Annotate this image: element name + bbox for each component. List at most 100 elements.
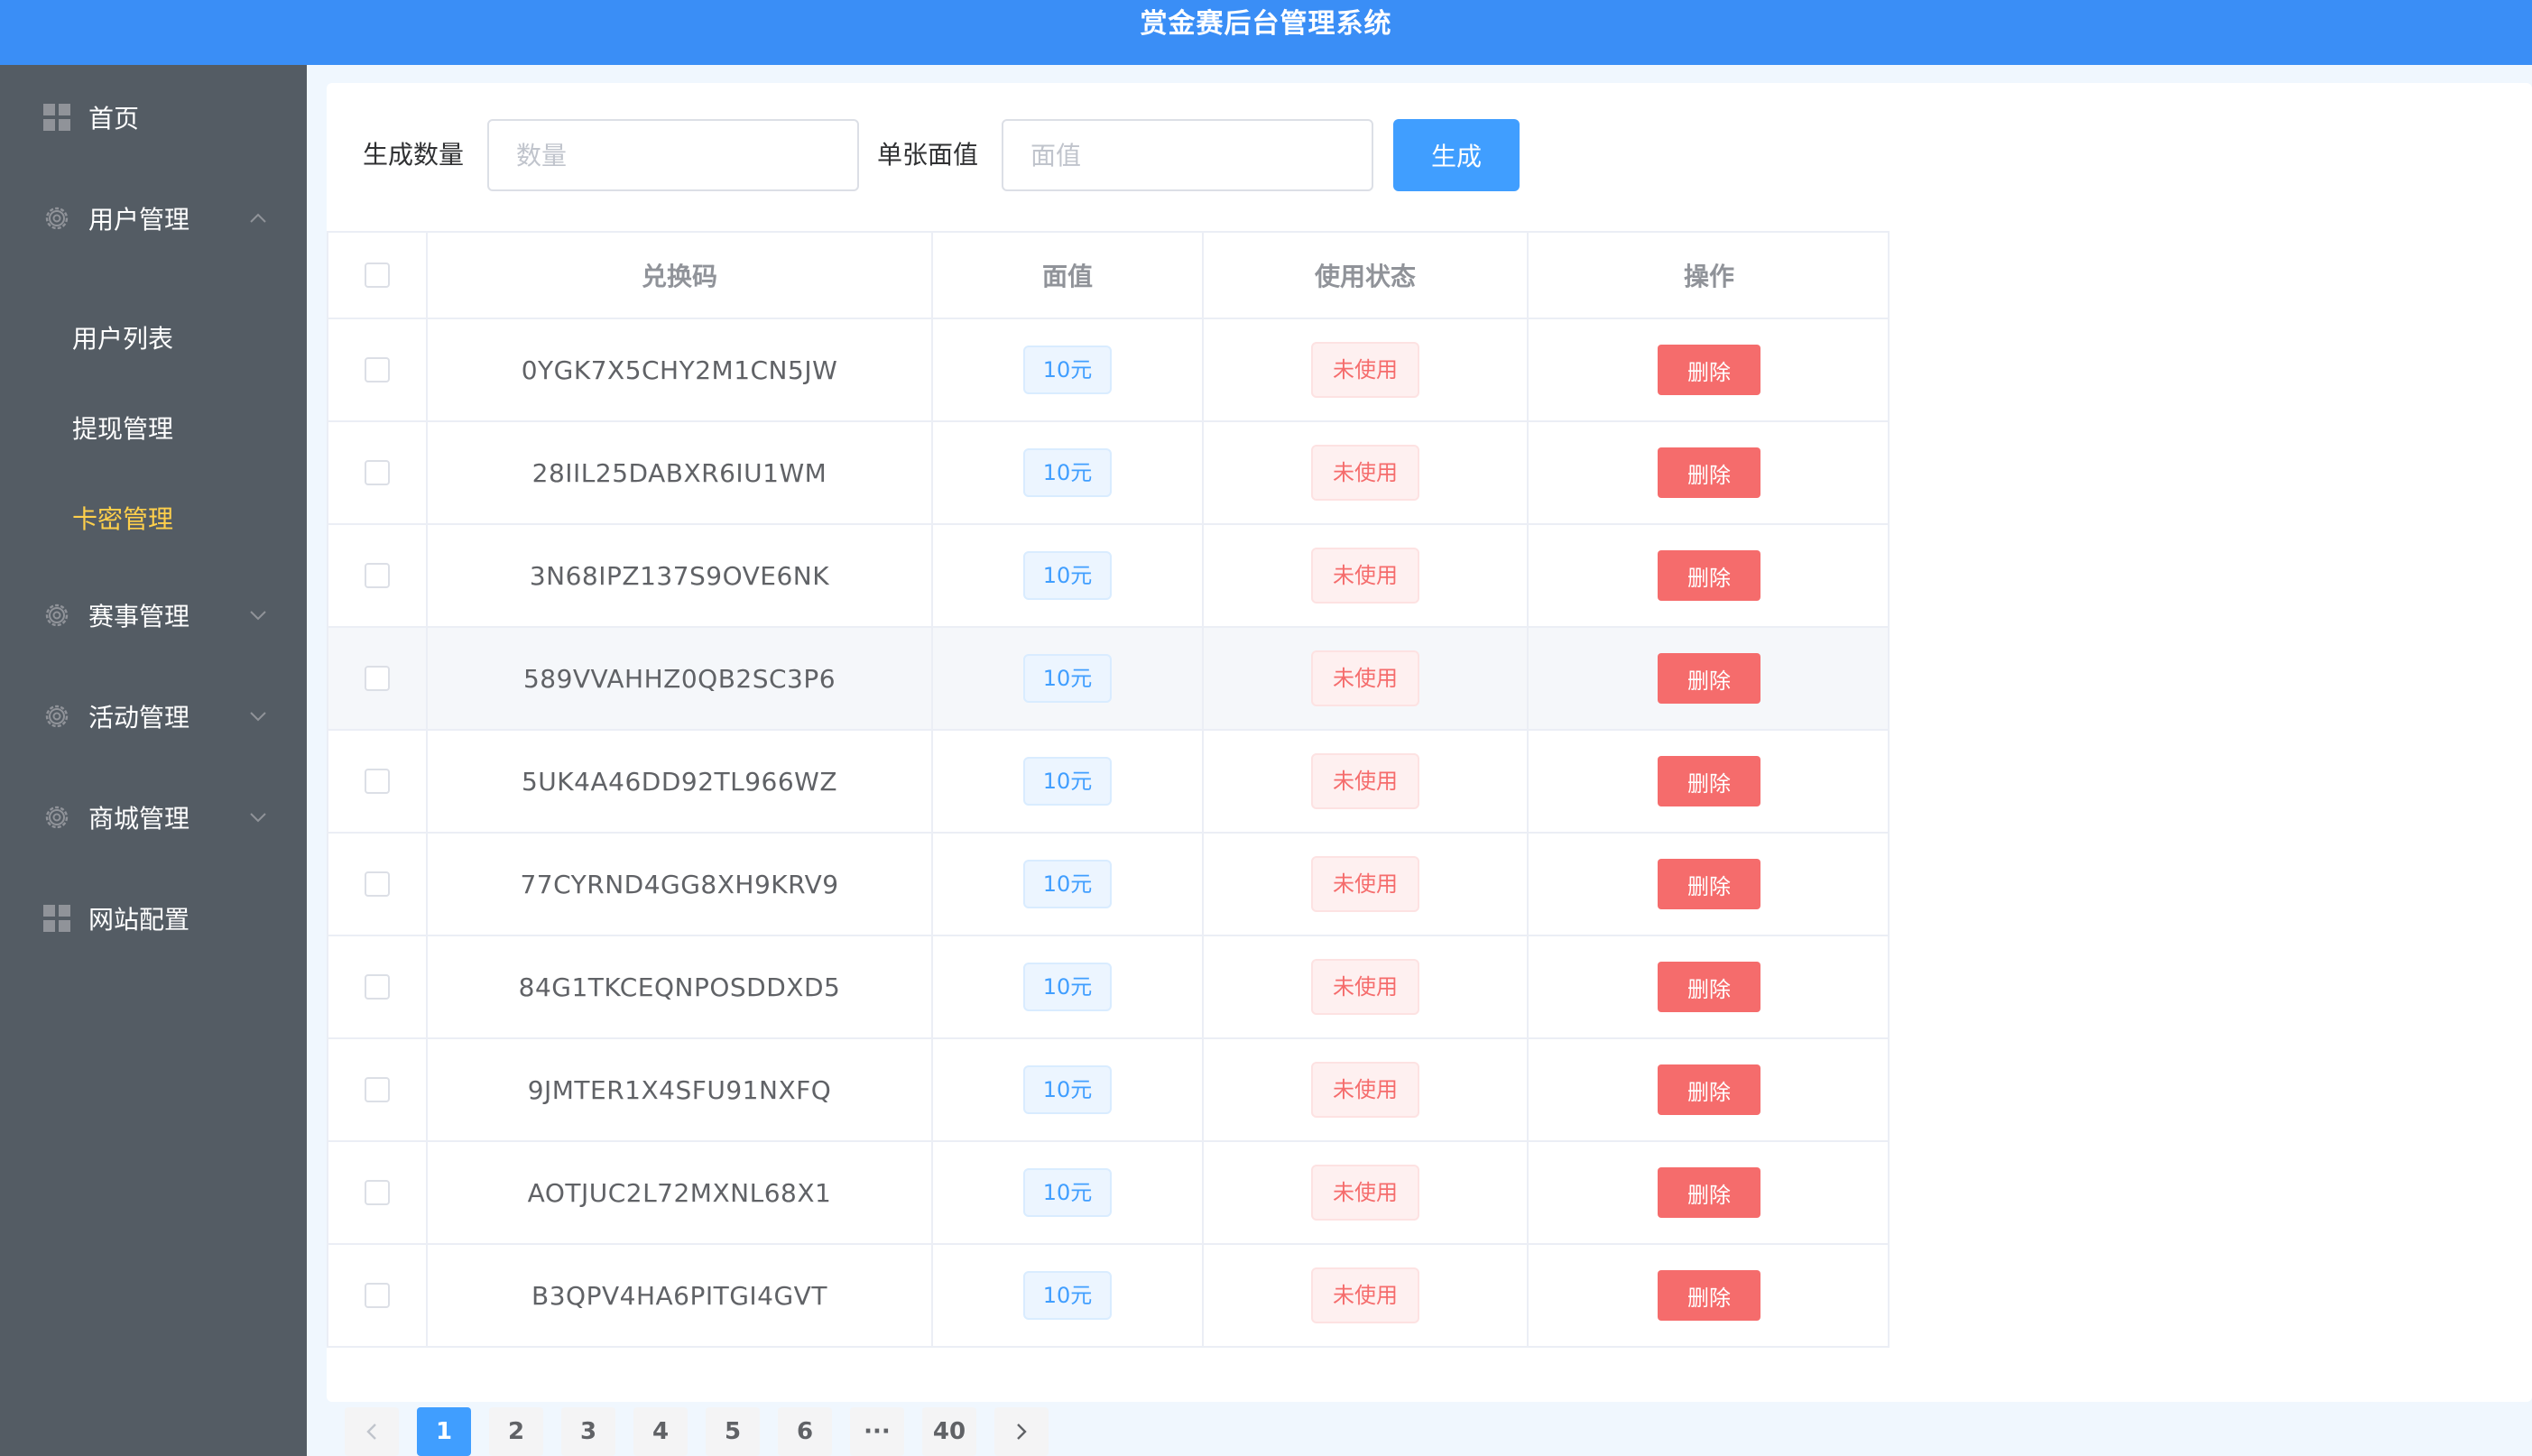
submenu-item-label: 用户列表 — [72, 324, 174, 354]
row-checkbox[interactable] — [365, 1283, 390, 1308]
submenu-item-label: 提现管理 — [72, 414, 174, 444]
table-row: 77CYRND4GG8XH9KRV9 10元 未使用 删除 — [328, 834, 1888, 936]
status-badge: 未使用 — [1311, 1267, 1419, 1323]
chevron-up-icon — [250, 213, 266, 223]
redeem-code: 28IIL25DABXR6IU1WM — [531, 457, 827, 488]
gear-icon — [45, 207, 69, 230]
row-checkbox[interactable] — [365, 871, 390, 897]
status-badge: 未使用 — [1311, 548, 1419, 604]
delete-button[interactable]: 删除 — [1658, 345, 1760, 395]
redeem-code: 84G1TKCEQNPOSDDXD5 — [518, 972, 841, 1002]
gear-icon — [45, 705, 69, 728]
sidebar: 首页 用户管理 用户列表 提现管理 卡密管理 赛事管理 活动管理 商城管理 网站… — [0, 65, 307, 1456]
row-checkbox[interactable] — [365, 460, 390, 485]
redeem-code: 589VVAHHZ0QB2SC3P6 — [522, 663, 836, 694]
submenu-item-card-management[interactable]: 卡密管理 — [0, 482, 307, 554]
sidebar-item-activity-management[interactable]: 活动管理 — [0, 680, 307, 752]
submenu-item-user-list[interactable]: 用户列表 — [0, 301, 307, 373]
row-checkbox[interactable] — [365, 1180, 390, 1205]
page-button[interactable]: 2 — [489, 1407, 543, 1456]
table-row: 0YGK7X5CHY2M1CN5JW 10元 未使用 删除 — [328, 319, 1888, 422]
gear-icon — [45, 806, 69, 829]
row-checkbox[interactable] — [365, 357, 390, 382]
sidebar-item-label: 网站配置 — [88, 905, 190, 935]
sidebar-item-home[interactable]: 首页 — [0, 81, 307, 153]
value-tag: 10元 — [1022, 1271, 1113, 1320]
page-button[interactable]: 4 — [633, 1407, 688, 1456]
redeem-code: 77CYRND4GG8XH9KRV9 — [520, 869, 839, 899]
value-tag: 10元 — [1022, 1065, 1113, 1114]
redeem-code: 9JMTER1X4SFU91NXFQ — [527, 1074, 832, 1105]
redeem-code: 5UK4A46DD92TL966WZ — [521, 766, 838, 797]
column-header-code: 兑换码 — [641, 262, 717, 291]
status-badge: 未使用 — [1311, 1062, 1419, 1118]
status-badge: 未使用 — [1311, 959, 1419, 1015]
table-row: 9JMTER1X4SFU91NXFQ 10元 未使用 删除 — [328, 1039, 1888, 1142]
delete-button[interactable]: 删除 — [1658, 1167, 1760, 1218]
quantity-input[interactable] — [487, 119, 859, 191]
value-tag: 10元 — [1022, 551, 1113, 600]
value-label: 单张面值 — [877, 140, 979, 170]
table-row: 589VVAHHZ0QB2SC3P6 10元 未使用 删除 — [328, 628, 1888, 731]
page-button[interactable]: 6 — [778, 1407, 832, 1456]
status-badge: 未使用 — [1311, 856, 1419, 912]
sidebar-item-label: 赛事管理 — [88, 602, 190, 631]
status-badge: 未使用 — [1311, 1165, 1419, 1221]
chevron-left-icon — [366, 1424, 376, 1440]
page-button[interactable]: 1 — [417, 1407, 471, 1456]
value-tag: 10元 — [1022, 757, 1113, 806]
submenu-item-withdrawal[interactable]: 提现管理 — [0, 392, 307, 464]
value-tag: 10元 — [1022, 860, 1113, 908]
redeem-code: 3N68IPZ137S9OVE6NK — [529, 560, 830, 591]
page-button[interactable]: 5 — [706, 1407, 760, 1456]
sidebar-item-label: 活动管理 — [88, 703, 190, 733]
row-checkbox[interactable] — [365, 974, 390, 1000]
status-badge: 未使用 — [1311, 650, 1419, 706]
row-checkbox[interactable] — [365, 1077, 390, 1102]
gear-icon — [45, 604, 69, 627]
chevron-right-icon — [1017, 1424, 1027, 1440]
delete-button[interactable]: 删除 — [1658, 756, 1760, 806]
delete-button[interactable]: 删除 — [1658, 1270, 1760, 1321]
sidebar-item-mall-management[interactable]: 商城管理 — [0, 781, 307, 853]
sidebar-item-user-management[interactable]: 用户管理 — [0, 182, 307, 254]
card-table: 兑换码 面值 使用状态 操作 0YGK7X5CHY2M1CN5JW 10元 未使用删… — [327, 231, 1890, 1348]
table-row: 84G1TKCEQNPOSDDXD5 10元 未使用 删除 — [328, 936, 1888, 1039]
redeem-code: AOTJUC2L72MXNL68X1 — [527, 1177, 832, 1208]
value-tag: 10元 — [1022, 1168, 1113, 1217]
delete-button[interactable]: 删除 — [1658, 859, 1760, 909]
chevron-down-icon — [250, 611, 266, 621]
row-checkbox[interactable] — [365, 563, 390, 588]
prev-page-button[interactable] — [345, 1407, 399, 1456]
table-row: AOTJUC2L72MXNL68X1 10元 未使用 删除 — [328, 1142, 1888, 1245]
generate-button[interactable]: 生成 — [1393, 119, 1520, 191]
value-tag: 10元 — [1022, 963, 1113, 1011]
table-row: B3QPV4HA6PITGI4GVT 10元 未使用 删除 — [328, 1245, 1888, 1348]
delete-button[interactable]: 删除 — [1658, 653, 1760, 704]
redeem-code: 0YGK7X5CHY2M1CN5JW — [521, 355, 838, 385]
page-ellipsis[interactable]: ··· — [850, 1407, 904, 1456]
page-button[interactable]: 40 — [922, 1407, 976, 1456]
delete-button[interactable]: 删除 — [1658, 1064, 1760, 1115]
row-checkbox[interactable] — [365, 666, 390, 691]
sidebar-item-event-management[interactable]: 赛事管理 — [0, 579, 307, 651]
app-header: 赏金赛后台管理系统 — [0, 0, 2532, 65]
value-tag: 10元 — [1022, 654, 1113, 703]
delete-button[interactable]: 删除 — [1658, 447, 1760, 498]
submenu-item-label: 卡密管理 — [72, 504, 174, 534]
app-title: 赏金赛后台管理系统 — [1140, 8, 1392, 40]
value-input[interactable] — [1002, 119, 1373, 191]
grid-icon — [43, 905, 70, 932]
delete-button[interactable]: 删除 — [1658, 962, 1760, 1012]
next-page-button[interactable] — [994, 1407, 1049, 1456]
page-button[interactable]: 3 — [561, 1407, 615, 1456]
sidebar-item-label: 用户管理 — [88, 205, 190, 235]
delete-button[interactable]: 删除 — [1658, 550, 1760, 601]
sidebar-item-site-config[interactable]: 网站配置 — [0, 882, 307, 954]
column-header-status: 使用状态 — [1314, 262, 1416, 291]
chevron-down-icon — [250, 813, 266, 823]
redeem-code: B3QPV4HA6PITGI4GVT — [531, 1280, 827, 1311]
sidebar-item-label: 首页 — [88, 104, 140, 134]
row-checkbox[interactable] — [365, 769, 390, 794]
select-all-checkbox[interactable] — [365, 263, 390, 288]
